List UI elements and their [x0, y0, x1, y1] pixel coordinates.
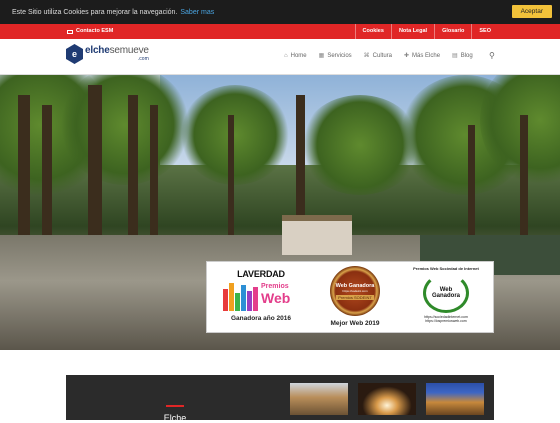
logo-subtext: .com [137, 56, 149, 62]
award-laverdad-caption: Ganadora año 2016 [231, 315, 291, 322]
hero-image-palm-grove: LAVERDAD Premios Web Ganadora año 2016 W… [0, 75, 560, 350]
site-header: e elchesemueve .com ⌂ Home ▦ Servicios ⌘ Cu… [0, 39, 560, 75]
top-links: Cookies Nota Legal Glosario SEO [354, 24, 498, 39]
section-heading: Elche [160, 405, 190, 423]
mail-icon [67, 29, 73, 34]
award-sociedad-line2: Ganadora [431, 293, 460, 299]
section-title: Elche [163, 413, 187, 423]
accent-line [166, 405, 184, 407]
nav-label: Home [290, 52, 307, 59]
top-link-seo[interactable]: SEO [471, 24, 498, 39]
nav-item-cultura[interactable]: ⌘ Cultura [363, 52, 392, 60]
main-nav: ⌂ Home ▦ Servicios ⌘ Cultura ✚ Más Elche ▤ Bl… [284, 51, 495, 60]
top-link-glosario[interactable]: Glosario [434, 24, 471, 39]
award-sociedad-internet[interactable]: Premios Web Sociedad de Internet Web Gan… [401, 262, 491, 334]
cookie-bar: Este Sitio utiliza Cookies para mejorar … [0, 0, 560, 24]
nav-label: Blog [460, 52, 473, 59]
award-laverdad-line2: Web [261, 290, 291, 306]
award-sodeint-caption: Mejor Web 2019 [330, 320, 380, 327]
award-sodeint-line3: Premios SODEINT [336, 294, 374, 300]
cookie-accept-button[interactable]: Aceptar [511, 5, 552, 18]
award-sociedad-title: Premios Web Sociedad de Internet [413, 266, 479, 271]
document-icon: ▤ [452, 53, 458, 59]
medal-icon: Web Ganadora https://sodeint.com Premios… [330, 266, 380, 316]
logo-text-bold: elche [85, 45, 110, 56]
nav-item-mas-elche[interactable]: ✚ Más Elche [404, 52, 441, 60]
film-icon: ▦ [318, 53, 325, 59]
logo-text-light: semueve [109, 45, 149, 56]
nav-item-blog[interactable]: ▤ Blog [452, 52, 473, 60]
award-laverdad-brand: LAVERDAD [237, 269, 285, 279]
awards-banner: LAVERDAD Premios Web Ganadora año 2016 W… [206, 261, 494, 333]
contact-label: Contacto ESM [76, 28, 114, 34]
nav-label: Más Elche [412, 52, 441, 59]
award-laverdad-line1: Premios [261, 283, 289, 290]
award-laverdad[interactable]: LAVERDAD Premios Web Ganadora año 2016 [213, 262, 309, 334]
top-link-cookies[interactable]: Cookies [354, 24, 391, 39]
top-bar: Contacto ESM Cookies Nota Legal Glosario… [0, 24, 560, 39]
thumbnail-image[interactable] [290, 383, 348, 415]
building-icon: ⌘ [363, 53, 370, 59]
plus-icon: ✚ [404, 53, 410, 59]
nav-item-home[interactable]: ⌂ Home [284, 52, 307, 59]
logo-hex-icon: e [66, 44, 83, 64]
award-sodeint[interactable]: Web Ganadora https://sodeint.com Premios… [315, 262, 395, 334]
top-link-nota-legal[interactable]: Nota Legal [390, 24, 434, 39]
nav-item-servicios[interactable]: ▦ Servicios [318, 52, 352, 60]
contact-link[interactable]: Contacto ESM [67, 24, 113, 39]
site-logo[interactable]: e elchesemueve .com [66, 44, 149, 64]
thumbnail-image[interactable] [426, 383, 484, 415]
search-icon[interactable]: ⚲ [489, 51, 495, 60]
cookie-text: Este Sitio utiliza Cookies para mejorar … [12, 8, 178, 16]
nav-label: Servicios [327, 52, 352, 59]
award-sociedad-url2: https://lospremiosweb.com [425, 319, 467, 323]
nav-label: Cultura [372, 52, 392, 59]
award-sodeint-line2: https://sodeint.com [342, 288, 368, 293]
home-icon: ⌂ [284, 52, 288, 59]
thumbnail-image[interactable] [358, 383, 416, 415]
laurel-wreath-icon: Web Ganadora [423, 273, 469, 313]
cookie-more-link[interactable]: Saber mas [180, 9, 214, 16]
